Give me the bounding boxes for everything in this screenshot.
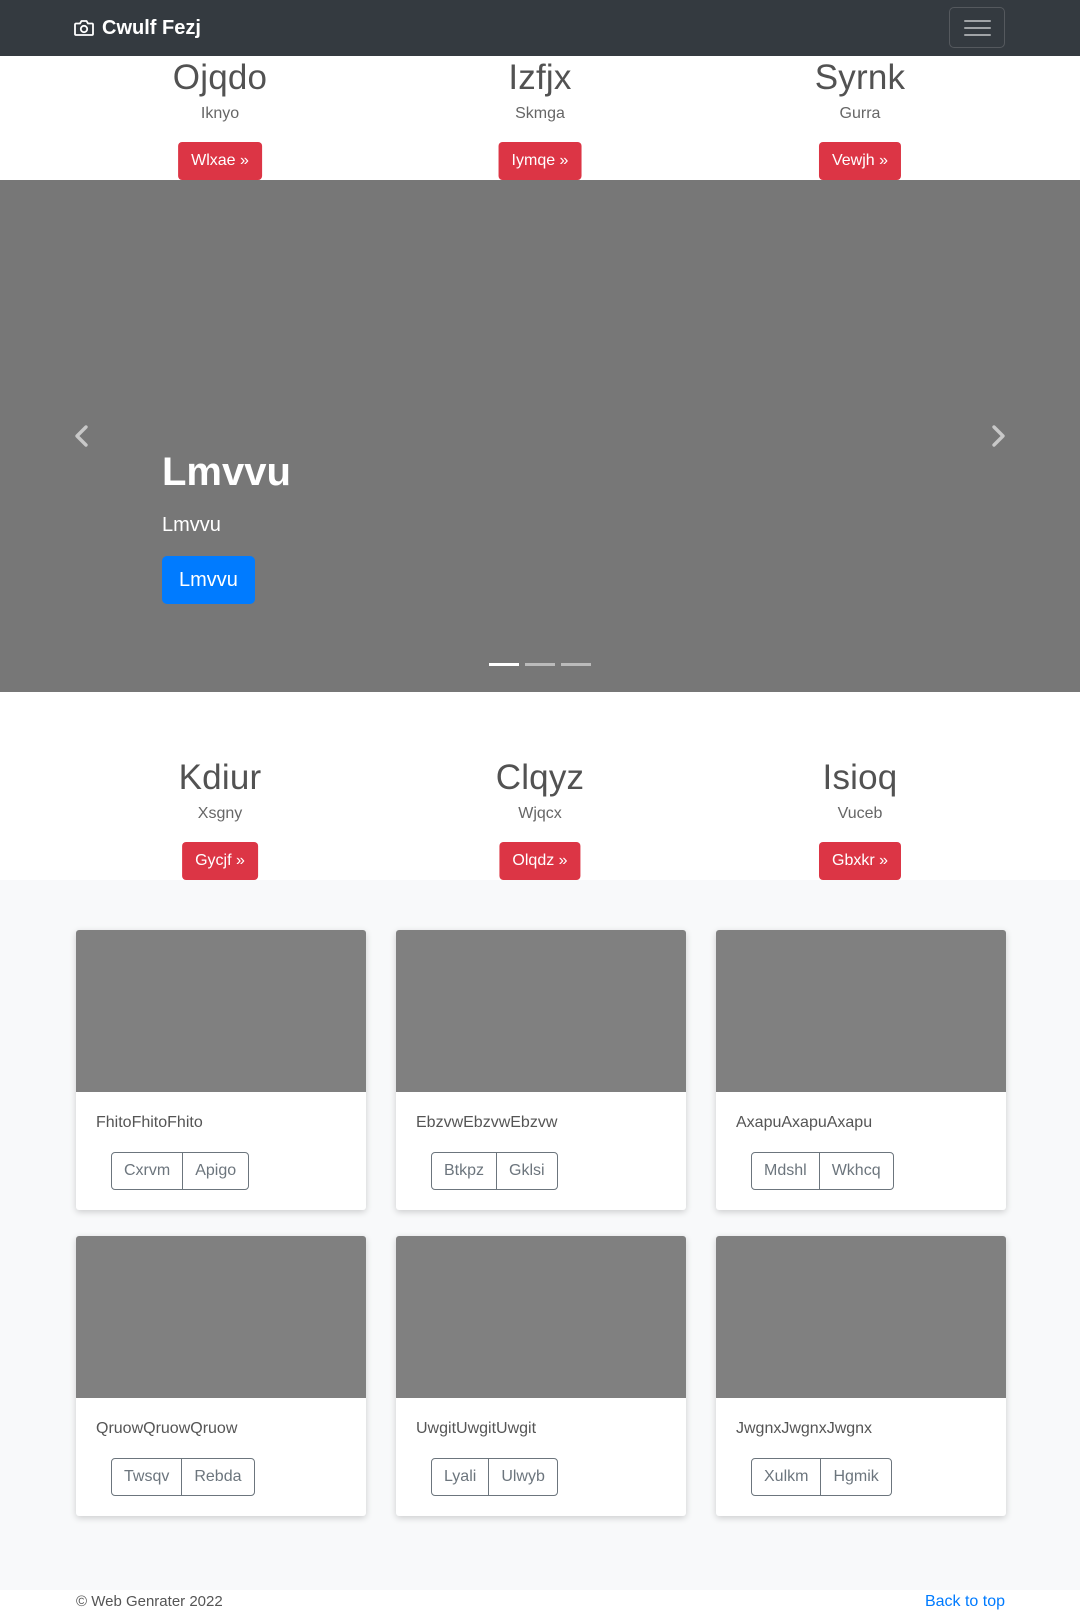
album-card: QruowQruowQruow Twsqv Rebda [76,1236,366,1516]
card-text: AxapuAxapuAxapu [736,1114,873,1131]
feature-column: Isioq Vuceb Gbxkr » [710,758,1010,880]
bottom-feature-row: Kdiur Xsgny Gycjf » Clqyz Wjqcx Olqdz » … [0,692,1080,880]
card-button[interactable]: Twsqv [112,1459,181,1495]
card-button[interactable]: Wkhcq [818,1153,893,1189]
feature-heading: Isioq [822,758,898,797]
album-section: FhitoFhitoFhito Cxrvm Apigo EbzvwEbzvwEb… [0,880,1080,1590]
card-image-placeholder [76,1236,366,1398]
feature-text: Iknyo [200,105,240,122]
album-card: AxapuAxapuAxapu Mdshl Wkhcq [716,930,1006,1210]
card-button-group: Xulkm Hgmik [751,1458,892,1496]
brand-name: Cwulf Fezj [102,16,201,39]
feature-button[interactable]: Gbxkr » [818,842,902,880]
navbar-toggler-button[interactable] [949,7,1005,48]
carousel-title: Lmvvu [162,450,291,494]
feature-button[interactable]: Wlxae » [178,142,262,180]
card-image-placeholder [396,1236,686,1398]
camera-icon [74,20,94,36]
card-button-group: Lyali Ulwyb [431,1458,558,1496]
feature-column: Kdiur Xsgny Gycjf » [70,758,370,880]
carousel: Lmvvu Lmvvu Lmvvu [0,180,1080,692]
feature-button[interactable]: Iymqe » [498,142,582,180]
card-text: EbzvwEbzvwEbzvw [416,1114,558,1131]
card-button[interactable]: Xulkm [752,1459,820,1495]
card-button[interactable]: Btkpz [432,1153,496,1189]
carousel-indicator[interactable] [525,663,555,666]
carousel-subtitle: Lmvvu [162,514,221,536]
feature-column: Clqyz Wjqcx Olqdz » [390,758,690,880]
feature-heading: Clqyz [495,758,585,797]
back-to-top-link[interactable]: Back to top [925,1590,1005,1613]
card-image-placeholder [76,930,366,1092]
card-text: UwgitUwgitUwgit [416,1420,537,1437]
card-button-group: Twsqv Rebda [111,1458,255,1496]
feature-text: Skmga [515,105,565,122]
card-button[interactable]: Lyali [432,1459,488,1495]
feature-button[interactable]: Gycjf » [182,842,258,880]
card-text: JwgnxJwgnxJwgnx [736,1420,873,1437]
card-button[interactable]: Rebda [181,1459,253,1495]
carousel-indicator[interactable] [489,663,519,666]
card-text: FhitoFhitoFhito [96,1114,203,1131]
chevron-left-icon[interactable] [72,424,92,448]
feature-text: Xsgny [197,805,243,822]
feature-text: Gurra [839,105,881,122]
card-image-placeholder [716,1236,1006,1398]
card-button[interactable]: Mdshl [752,1153,819,1189]
feature-heading: Kdiur [178,758,262,797]
card-button[interactable]: Ulwyb [488,1459,557,1495]
feature-column: Syrnk Gurra Vewjh » [710,58,1010,180]
feature-column: Izfjx Skmga Iymqe » [390,58,690,180]
card-button[interactable]: Cxrvm [112,1153,182,1189]
feature-button[interactable]: Olqdz » [499,842,581,880]
footer: © Web Genrater 2022 Back to top [0,1590,1080,1613]
album-card: EbzvwEbzvwEbzvw Btkpz Gklsi [396,930,686,1210]
card-button[interactable]: Apigo [182,1153,248,1189]
card-button[interactable]: Hgmik [820,1459,890,1495]
feature-heading: Izfjx [508,58,572,97]
carousel-indicators [489,663,597,666]
copyright-text: © Web Genrater 2022 [76,1593,223,1610]
feature-heading: Ojqdo [172,58,268,97]
navbar: Cwulf Fezj [0,0,1080,56]
card-button-group: Cxrvm Apigo [111,1152,250,1190]
chevron-right-icon[interactable] [988,424,1008,448]
carousel-button[interactable]: Lmvvu [162,556,255,604]
album-card: UwgitUwgitUwgit Lyali Ulwyb [396,1236,686,1516]
card-button-group: Mdshl Wkhcq [751,1152,894,1190]
carousel-indicator[interactable] [561,663,591,666]
feature-button[interactable]: Vewjh » [818,142,902,180]
feature-heading: Syrnk [814,58,906,97]
card-text: QruowQruowQruow [96,1420,238,1437]
top-feature-row: Ojqdo Iknyo Wlxae » Izfjx Skmga Iymqe » … [0,56,1080,180]
card-image-placeholder [716,930,1006,1092]
card-button-group: Btkpz Gklsi [431,1152,558,1190]
album-card: JwgnxJwgnxJwgnx Xulkm Hgmik [716,1236,1006,1516]
album-card: FhitoFhitoFhito Cxrvm Apigo [76,930,366,1210]
feature-text: Wjqcx [518,805,562,822]
feature-column: Ojqdo Iknyo Wlxae » [70,58,370,180]
card-button[interactable]: Gklsi [496,1153,557,1189]
brand-link[interactable]: Cwulf Fezj [74,16,201,40]
feature-text: Vuceb [837,805,883,822]
card-image-placeholder [396,930,686,1092]
